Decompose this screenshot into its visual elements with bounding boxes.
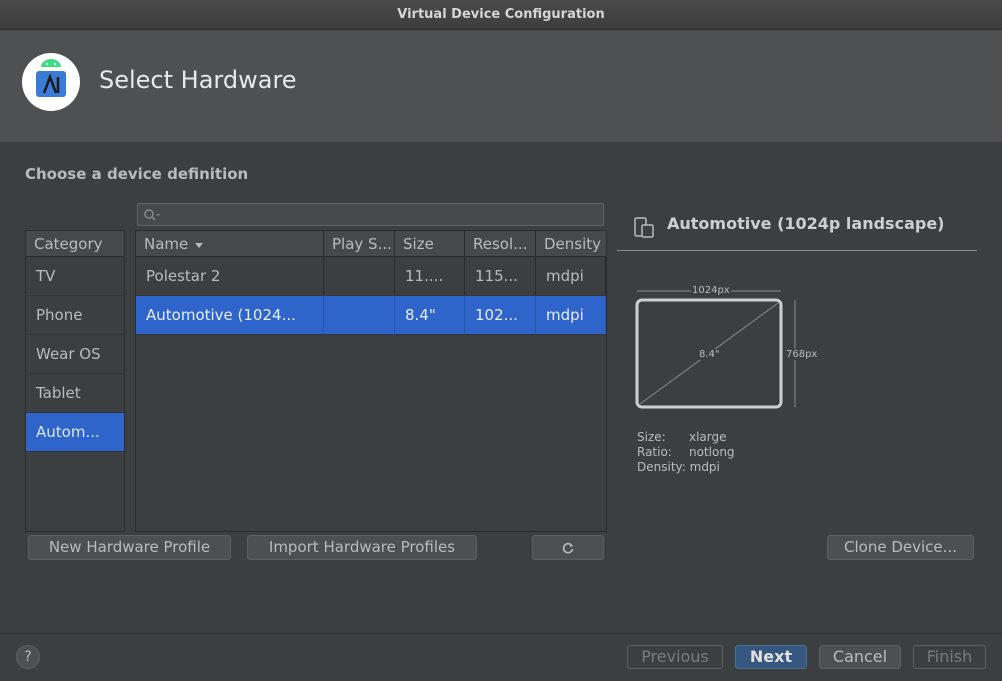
cell-resolution: 102... bbox=[465, 296, 536, 334]
spec-density: Density: mdpi bbox=[637, 460, 720, 474]
refresh-icon bbox=[561, 541, 575, 559]
width-label: 1024px bbox=[691, 285, 731, 296]
cell-density: mdpi bbox=[536, 296, 606, 334]
previous-button[interactable]: Previous bbox=[627, 645, 723, 669]
device-frame-icon bbox=[633, 217, 655, 243]
column-header-name[interactable]: Name bbox=[136, 231, 324, 256]
table-row[interactable]: Polestar 2 11.... 115... mdpi bbox=[136, 257, 606, 296]
import-hardware-profiles-button[interactable]: Import Hardware Profiles bbox=[247, 535, 477, 560]
category-header: Category bbox=[26, 231, 124, 257]
cell-resolution: 115... bbox=[465, 257, 536, 295]
cancel-button[interactable]: Cancel bbox=[819, 645, 901, 669]
category-item-wear-os[interactable]: Wear OS bbox=[26, 335, 124, 374]
finish-button[interactable]: Finish bbox=[913, 645, 986, 669]
diagonal-label: 8.4" bbox=[699, 349, 720, 360]
cell-size: 8.4" bbox=[395, 296, 465, 334]
category-list: Category TV Phone Wear OS Tablet Autom..… bbox=[25, 230, 125, 532]
table-row[interactable]: Automotive (1024... 8.4" 102... mdpi bbox=[136, 296, 606, 335]
header: Select Hardware bbox=[0, 30, 1002, 142]
height-label: 768px bbox=[786, 349, 818, 360]
sort-desc-icon bbox=[194, 235, 204, 253]
clone-device-button[interactable]: Clone Device... bbox=[827, 535, 974, 560]
new-hardware-profile-button[interactable]: New Hardware Profile bbox=[28, 535, 231, 560]
category-item-automotive[interactable]: Autom... bbox=[26, 413, 124, 452]
category-item-tv[interactable]: TV bbox=[26, 257, 124, 296]
search-input[interactable] bbox=[137, 203, 604, 226]
cell-play-store bbox=[324, 257, 395, 295]
column-header-size[interactable]: Size bbox=[395, 231, 465, 256]
table-header: Name Play S... Size Resol... Density bbox=[136, 231, 606, 257]
category-item-tablet[interactable]: Tablet bbox=[26, 374, 124, 413]
window-title: Virtual Device Configuration bbox=[0, 0, 1002, 30]
cell-size: 11.... bbox=[395, 257, 465, 295]
column-header-density[interactable]: Density bbox=[536, 231, 606, 256]
category-item-phone[interactable]: Phone bbox=[26, 296, 124, 335]
page-title: Select Hardware bbox=[99, 66, 297, 94]
android-studio-icon bbox=[22, 53, 80, 111]
cell-name: Automotive (1024... bbox=[136, 296, 324, 334]
next-button[interactable]: Next bbox=[735, 645, 807, 669]
device-specs: Size: xlarge Ratio: notlong Density: mdpi bbox=[637, 430, 735, 475]
cell-play-store bbox=[324, 296, 395, 334]
device-table: Name Play S... Size Resol... Density Pol… bbox=[135, 230, 607, 532]
cell-name: Polestar 2 bbox=[136, 257, 324, 295]
refresh-button[interactable] bbox=[532, 535, 604, 560]
search-icon[interactable] bbox=[143, 207, 161, 226]
spec-ratio: Ratio: notlong bbox=[637, 445, 735, 459]
help-button[interactable]: ? bbox=[16, 645, 40, 669]
column-header-resolution[interactable]: Resol... bbox=[465, 231, 536, 256]
spec-size: Size: xlarge bbox=[637, 430, 727, 444]
cell-density: mdpi bbox=[536, 257, 606, 295]
device-preview-title: Automotive (1024p landscape) bbox=[667, 214, 945, 233]
column-header-play-store[interactable]: Play S... bbox=[324, 231, 395, 256]
section-title: Choose a device definition bbox=[25, 165, 249, 183]
device-preview-header: Automotive (1024p landscape) bbox=[617, 210, 977, 251]
